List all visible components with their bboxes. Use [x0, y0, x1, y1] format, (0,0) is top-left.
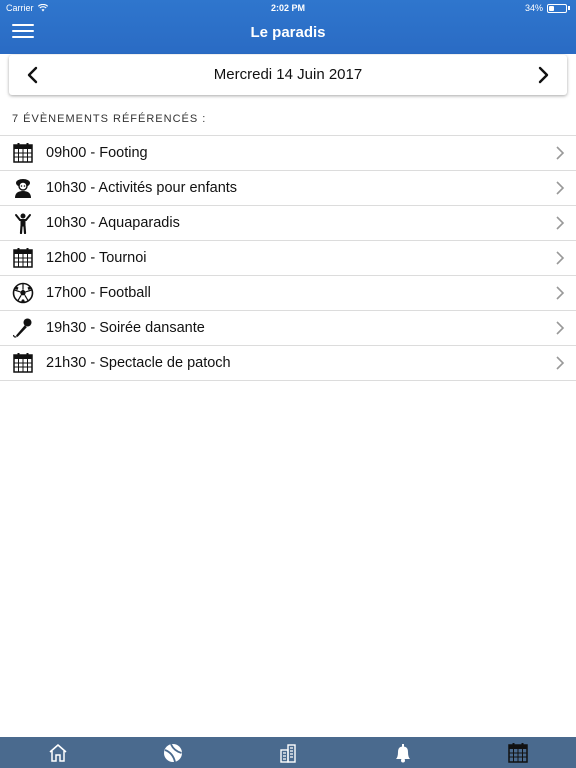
battery-fill [549, 5, 555, 11]
event-title: 19h30 - Soirée dansante [46, 320, 205, 336]
tab-home[interactable] [0, 737, 115, 768]
event-list: 09h00 - Footing 10h30 - Activités pour e… [0, 135, 576, 381]
status-time: 2:02 PM [270, 3, 305, 13]
bell-icon [396, 743, 411, 762]
event-count-label: 7 ÉVÈNEMENTS RÉFÉRENCÉS : [12, 113, 207, 125]
bottom-tab-bar [0, 737, 576, 768]
kids-icon [15, 179, 31, 198]
battery-tip [568, 6, 570, 10]
tab-beach[interactable] [115, 737, 230, 768]
microphone-icon [12, 318, 32, 338]
event-title: 21h30 - Spectacle de patoch [46, 355, 231, 371]
tab-notifications[interactable] [346, 737, 461, 768]
event-title: 10h30 - Aquaparadis [46, 215, 180, 231]
event-row-football[interactable]: 17h00 - Football [0, 276, 576, 311]
chevron-right-icon [556, 356, 565, 370]
current-date: Mercredi 14 Juin 2017 [213, 66, 363, 83]
soccer-ball-icon [12, 282, 34, 304]
calendar-icon [13, 143, 33, 163]
event-row-activites-enfants[interactable]: 10h30 - Activités pour enfants [0, 171, 576, 206]
home-icon [49, 743, 67, 762]
event-row-spectacle[interactable]: 21h30 - Spectacle de patoch [0, 346, 576, 381]
status-bar: Carrier 2:02 PM 34% [0, 0, 576, 16]
tab-buildings[interactable] [230, 737, 345, 768]
chevron-right-icon [556, 321, 565, 335]
event-title: 17h00 - Football [46, 285, 151, 301]
event-row-footing[interactable]: 09h00 - Footing [0, 136, 576, 171]
event-row-aquaparadis[interactable]: 10h30 - Aquaparadis [0, 206, 576, 241]
chevron-right-icon[interactable] [533, 65, 553, 85]
event-title: 09h00 - Footing [46, 145, 148, 161]
calendar-icon [508, 742, 529, 763]
building-icon [280, 743, 296, 763]
chevron-right-icon [556, 146, 565, 160]
status-right: 34% [525, 3, 570, 13]
event-title: 10h30 - Activités pour enfants [46, 180, 238, 196]
tab-calendar[interactable] [461, 737, 576, 768]
chevron-right-icon [556, 216, 565, 230]
chevron-right-icon [556, 251, 565, 265]
calendar-icon [13, 353, 33, 373]
page-title: Le paradis [250, 24, 326, 41]
chevron-right-icon [556, 286, 565, 300]
person-icon [15, 213, 31, 234]
beach-ball-icon [163, 743, 182, 762]
event-title: 12h00 - Tournoi [46, 250, 147, 266]
event-row-soiree-dansante[interactable]: 19h30 - Soirée dansante [0, 311, 576, 346]
date-navigator: Mercredi 14 Juin 2017 [9, 55, 567, 95]
battery-icon [547, 3, 567, 13]
calendar-icon [13, 248, 33, 268]
event-row-tournoi[interactable]: 12h00 - Tournoi [0, 241, 576, 276]
battery-percent: 34% [524, 3, 543, 13]
chevron-right-icon [556, 181, 565, 195]
app-header: Carrier 2:02 PM 34% Le paradis [0, 0, 576, 54]
